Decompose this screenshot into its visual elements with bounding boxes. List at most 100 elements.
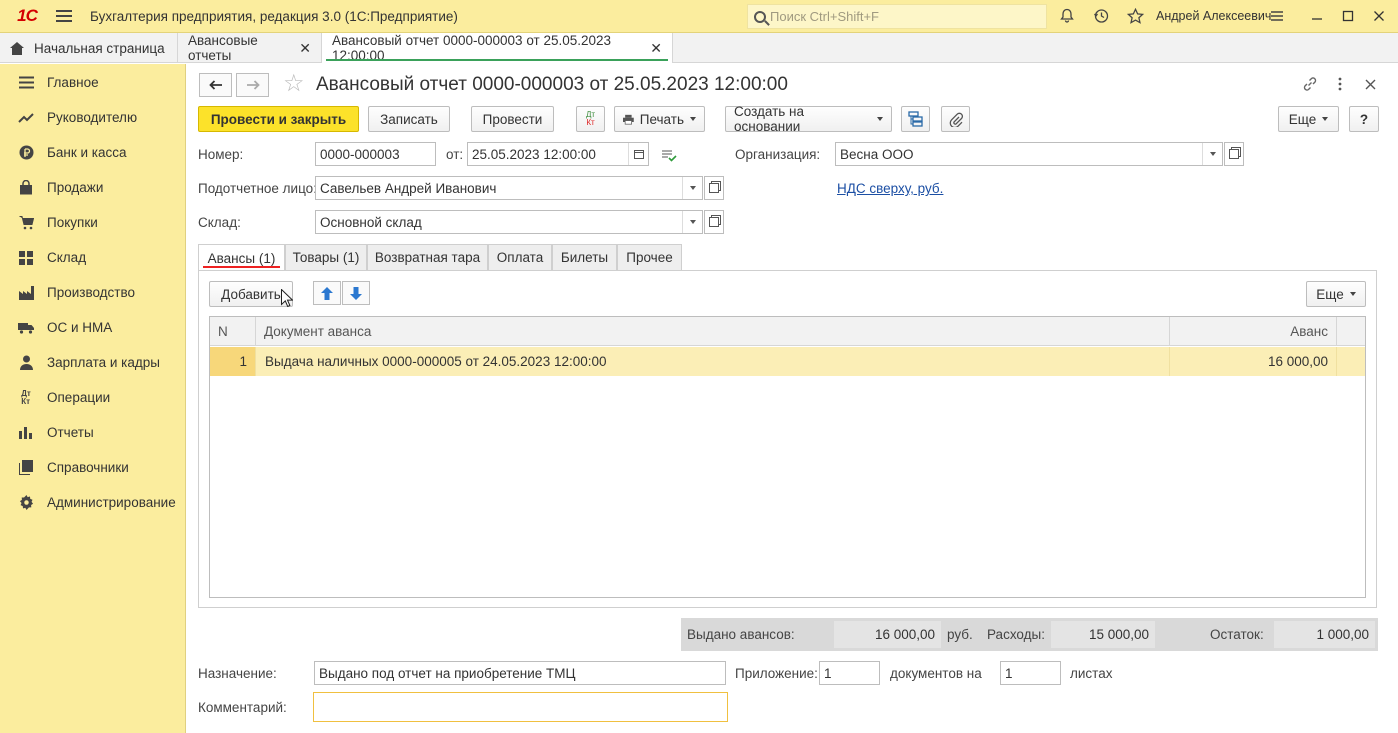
tab-goods[interactable]: Товары (1) [285,244,367,270]
app-title: Бухгалтерия предприятия, редакция 3.0 (1… [90,8,458,24]
table-more-button[interactable]: Еще [1306,281,1366,307]
maximize-icon[interactable] [1338,6,1358,26]
vat-on-top-link[interactable]: НДС сверху, руб. [837,181,943,196]
close-tab-icon[interactable]: ✕ [299,40,311,57]
tab-returnable-packaging[interactable]: Возвратная тара [367,244,488,270]
link-icon[interactable] [1300,74,1320,94]
row-number-cell[interactable]: 1 [210,347,256,376]
open-person-button[interactable] [704,176,724,200]
tab-tickets[interactable]: Билеты [552,244,617,270]
search-placeholder: Поиск Ctrl+Shift+F [770,9,879,24]
issued-advances-value: 16 000,00 [834,621,941,648]
minimize-icon[interactable] [1307,6,1327,26]
sidebar-item-operations[interactable]: Дт Кт Операции [0,380,186,415]
tab-advance-report-document[interactable]: Авансовый отчет 0000-000003 от 25.05.202… [322,33,673,63]
sidebar-item-bank[interactable]: Банк и касса [0,135,186,170]
attachment-count-field[interactable]: 1 [819,661,880,685]
document-title: Авансовый отчет 0000-000003 от 25.05.202… [316,74,788,95]
balance-label: Остаток: [1210,627,1264,642]
sidebar-item-label: Главное [47,75,99,90]
grid-icon [18,250,34,266]
calendar-icon[interactable] [628,143,648,165]
sidebar-item-reports[interactable]: Отчеты [0,415,186,450]
sidebar-item-salary[interactable]: Зарплата и кадры [0,345,186,380]
user-name[interactable]: Андрей Алексеевич [1156,9,1271,23]
purpose-label: Назначение: [198,666,277,681]
settings-menu-icon[interactable] [1267,6,1287,26]
dropdown-icon[interactable] [1202,143,1222,165]
help-button[interactable]: ? [1349,106,1379,132]
sidebar-item-catalogs[interactable]: Справочники [0,450,186,485]
column-advance-amount[interactable]: Аванс [1170,317,1337,346]
sidebar-item-fixed-assets[interactable]: ОС и НМА [0,310,186,345]
print-button[interactable]: Печать [614,106,705,132]
back-button[interactable] [199,73,232,97]
check-post-icon[interactable] [661,148,677,165]
open-warehouse-button[interactable] [704,210,724,234]
accountable-person-field[interactable]: Савельев Андрей Иванович [315,176,703,200]
purpose-field[interactable]: Выдано под отчет на приобретение ТМЦ [314,661,726,685]
sidebar-item-sales[interactable]: Продажи [0,170,186,205]
advance-document-cell[interactable]: Выдача наличных 0000-000005 от 24.05.202… [256,347,1170,376]
sidebar-item-administration[interactable]: Администрирование [0,485,186,520]
number-label: Номер: [198,147,244,162]
main-menu-icon[interactable] [56,10,72,22]
save-button[interactable]: Записать [368,106,450,132]
favorite-star-icon[interactable]: ☆ [283,72,305,96]
move-up-button[interactable] [313,281,341,305]
sidebar-item-purchases[interactable]: Покупки [0,205,186,240]
sidebar-item-label: Склад [47,250,87,265]
sheets-count-field[interactable]: 1 [1000,661,1061,685]
more-vertical-icon[interactable] [1330,74,1350,94]
advance-amount-cell[interactable]: 16 000,00 [1170,347,1337,376]
truck-icon [18,320,34,336]
dropdown-icon[interactable] [682,211,702,233]
create-based-on-button[interactable]: Создать на основании [725,104,892,134]
close-form-icon[interactable] [1360,74,1380,94]
dropdown-icon[interactable] [682,177,702,199]
tab-advance-reports[interactable]: Авансовые отчеты ✕ [178,33,322,63]
dt-kt-icon: Дт Кт [585,110,596,127]
totals-panel: Выдано авансов: 16 000,00 руб. Расходы: … [681,618,1378,651]
comment-field[interactable] [313,692,728,722]
issued-advances-label: Выдано авансов: [687,627,795,642]
column-n[interactable]: N [210,317,256,346]
sidebar-item-label: ОС и НМА [47,320,113,335]
attachments-button[interactable] [941,106,970,132]
number-field[interactable]: 0000-000003 [315,142,436,166]
favorites-star-icon[interactable] [1125,6,1145,26]
close-tab-icon[interactable]: ✕ [650,40,662,57]
structure-button[interactable] [901,106,930,132]
close-window-icon[interactable] [1369,6,1389,26]
sidebar-item-production[interactable]: Производство [0,275,186,310]
more-button[interactable]: Еще [1278,106,1339,132]
table-row[interactable]: 1 Выдача наличных 0000-000005 от 24.05.2… [210,347,1365,376]
open-organization-button[interactable] [1224,142,1244,166]
post-and-close-button[interactable]: Провести и закрыть [198,106,359,132]
history-icon[interactable] [1091,6,1111,26]
attachment-count-value: 1 [824,665,832,681]
sidebar-item-label: Администрирование [47,495,176,510]
warehouse-field[interactable]: Основной склад [315,210,703,234]
printer-icon [623,114,634,125]
tab-home[interactable]: Начальная страница [0,33,178,63]
sidebar-item-warehouse[interactable]: Склад [0,240,186,275]
tab-other[interactable]: Прочее [617,244,682,270]
expenses-value: 15 000,00 [1051,621,1155,648]
dt-kt-button[interactable]: Дт Кт [576,106,605,132]
post-button[interactable]: Провести [471,106,554,132]
column-advance-document[interactable]: Документ аванса [256,317,1170,346]
tab-advances[interactable]: Авансы (1) [198,244,285,271]
organization-field[interactable]: Весна ООО [835,142,1223,166]
arrow-down-icon [350,286,362,300]
sidebar-item-label: Зарплата и кадры [47,355,160,370]
mouse-cursor-icon [281,288,294,311]
global-search-input[interactable]: Поиск Ctrl+Shift+F [747,4,1047,29]
forward-button[interactable] [236,73,269,97]
tab-payment[interactable]: Оплата [488,244,552,270]
date-field[interactable]: 25.05.2023 12:00:00 [467,142,649,166]
bell-icon[interactable] [1057,6,1077,26]
move-down-button[interactable] [342,281,370,305]
sidebar-item-main[interactable]: Главное [0,65,186,100]
sidebar-item-manager[interactable]: Руководителю [0,100,186,135]
